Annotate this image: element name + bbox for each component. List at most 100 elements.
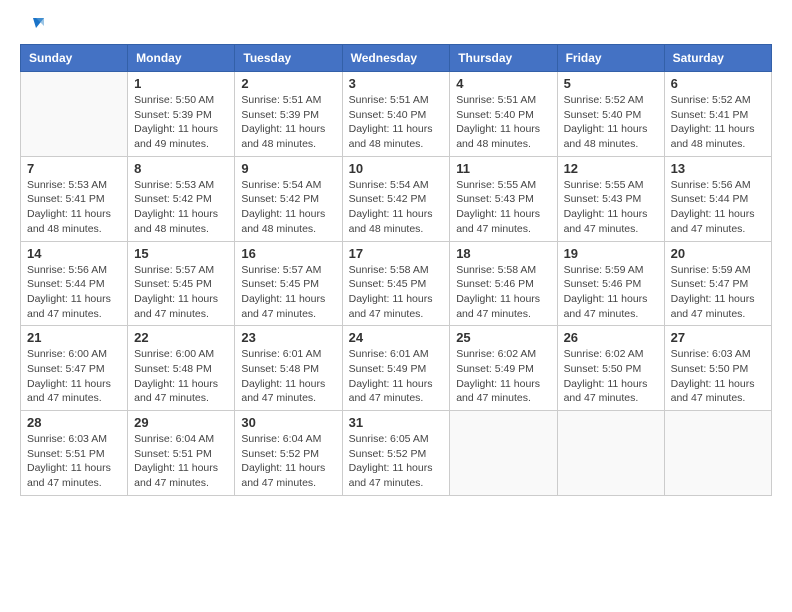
day-info: Sunrise: 6:00 AM Sunset: 5:47 PM Dayligh… xyxy=(27,347,121,406)
day-number: 13 xyxy=(671,161,765,176)
calendar-cell: 10Sunrise: 5:54 AM Sunset: 5:42 PM Dayli… xyxy=(342,156,450,241)
page-header xyxy=(20,16,772,34)
logo xyxy=(20,16,44,34)
day-info: Sunrise: 5:59 AM Sunset: 5:46 PM Dayligh… xyxy=(564,263,658,322)
calendar-header-friday: Friday xyxy=(557,45,664,72)
logo-bird-icon xyxy=(22,14,44,36)
calendar-cell xyxy=(21,72,128,157)
calendar-header-wednesday: Wednesday xyxy=(342,45,450,72)
calendar-cell: 3 Sunrise: 5:51 AM Sunset: 5:40 PM Daylig… xyxy=(342,72,450,157)
calendar-cell: 11 Sunrise: 5:55 AM Sunset: 5:43 PM Dayli… xyxy=(450,156,557,241)
calendar-header-thursday: Thursday xyxy=(450,45,557,72)
day-number: 6 xyxy=(671,76,765,91)
calendar-cell: 19 Sunrise: 5:59 AM Sunset: 5:46 PM Dayli… xyxy=(557,241,664,326)
calendar-cell: 9 Sunrise: 5:54 AM Sunset: 5:42 PM Daylig… xyxy=(235,156,342,241)
calendar-cell: 6 Sunrise: 5:52 AM Sunset: 5:41 PM Daylig… xyxy=(664,72,771,157)
day-number: 7 xyxy=(27,161,121,176)
calendar-cell: 24 Sunrise: 6:01 AM Sunset: 5:49 PM Dayli… xyxy=(342,326,450,411)
calendar-cell: 28 Sunrise: 6:03 AM Sunset: 5:51 PM Dayli… xyxy=(21,411,128,496)
day-number: 9 xyxy=(241,161,335,176)
calendar-cell: 21 Sunrise: 6:00 AM Sunset: 5:47 PM Dayli… xyxy=(21,326,128,411)
calendar-cell: 15 Sunrise: 5:57 AM Sunset: 5:45 PM Dayli… xyxy=(128,241,235,326)
day-number: 30 xyxy=(241,415,335,430)
day-info: Sunrise: 5:55 AM Sunset: 5:43 PM Dayligh… xyxy=(456,178,550,237)
day-info: Sunrise: 5:58 AM Sunset: 5:46 PM Dayligh… xyxy=(456,263,550,322)
day-number: 22 xyxy=(134,330,228,345)
calendar-cell: 27Sunrise: 6:03 AM Sunset: 5:50 PM Dayli… xyxy=(664,326,771,411)
calendar-cell: 5 Sunrise: 5:52 AM Sunset: 5:40 PM Daylig… xyxy=(557,72,664,157)
day-number: 1 xyxy=(134,76,228,91)
day-info: Sunrise: 6:01 AM Sunset: 5:48 PM Dayligh… xyxy=(241,347,335,406)
calendar-cell: 8Sunrise: 5:53 AM Sunset: 5:42 PM Daylig… xyxy=(128,156,235,241)
calendar-cell: 18 Sunrise: 5:58 AM Sunset: 5:46 PM Dayli… xyxy=(450,241,557,326)
calendar-cell: 20 Sunrise: 5:59 AM Sunset: 5:47 PM Dayli… xyxy=(664,241,771,326)
day-info: Sunrise: 6:05 AM Sunset: 5:52 PM Dayligh… xyxy=(349,432,444,491)
day-number: 20 xyxy=(671,246,765,261)
calendar-cell: 4Sunrise: 5:51 AM Sunset: 5:40 PM Daylig… xyxy=(450,72,557,157)
calendar-cell: 7 Sunrise: 5:53 AM Sunset: 5:41 PM Daylig… xyxy=(21,156,128,241)
day-number: 12 xyxy=(564,161,658,176)
day-number: 11 xyxy=(456,161,550,176)
calendar-cell: 13 Sunrise: 5:56 AM Sunset: 5:44 PM Dayli… xyxy=(664,156,771,241)
calendar-cell: 1 Sunrise: 5:50 AM Sunset: 5:39 PM Daylig… xyxy=(128,72,235,157)
calendar-week-row: 21 Sunrise: 6:00 AM Sunset: 5:47 PM Dayli… xyxy=(21,326,772,411)
calendar-cell xyxy=(557,411,664,496)
calendar-cell: 17Sunrise: 5:58 AM Sunset: 5:45 PM Dayli… xyxy=(342,241,450,326)
calendar-cell: 31 Sunrise: 6:05 AM Sunset: 5:52 PM Dayli… xyxy=(342,411,450,496)
calendar-cell: 23Sunrise: 6:01 AM Sunset: 5:48 PM Dayli… xyxy=(235,326,342,411)
day-info: Sunrise: 5:57 AM Sunset: 5:45 PM Dayligh… xyxy=(134,263,228,322)
day-number: 17 xyxy=(349,246,444,261)
calendar-cell: 29 Sunrise: 6:04 AM Sunset: 5:51 PM Dayli… xyxy=(128,411,235,496)
day-info: Sunrise: 6:04 AM Sunset: 5:52 PM Dayligh… xyxy=(241,432,335,491)
day-number: 3 xyxy=(349,76,444,91)
calendar-header-tuesday: Tuesday xyxy=(235,45,342,72)
calendar-header-monday: Monday xyxy=(128,45,235,72)
calendar-header-row: SundayMondayTuesdayWednesdayThursdayFrid… xyxy=(21,45,772,72)
calendar-cell: 30 Sunrise: 6:04 AM Sunset: 5:52 PM Dayli… xyxy=(235,411,342,496)
calendar-cell: 12Sunrise: 5:55 AM Sunset: 5:43 PM Dayli… xyxy=(557,156,664,241)
day-number: 21 xyxy=(27,330,121,345)
day-number: 4 xyxy=(456,76,550,91)
day-number: 31 xyxy=(349,415,444,430)
day-number: 5 xyxy=(564,76,658,91)
day-number: 28 xyxy=(27,415,121,430)
calendar-cell xyxy=(450,411,557,496)
day-number: 29 xyxy=(134,415,228,430)
day-info: Sunrise: 5:50 AM Sunset: 5:39 PM Dayligh… xyxy=(134,93,228,152)
day-info: Sunrise: 5:51 AM Sunset: 5:40 PM Dayligh… xyxy=(349,93,444,152)
day-info: Sunrise: 5:54 AM Sunset: 5:42 PM Dayligh… xyxy=(241,178,335,237)
day-info: Sunrise: 5:59 AM Sunset: 5:47 PM Dayligh… xyxy=(671,263,765,322)
day-number: 2 xyxy=(241,76,335,91)
day-info: Sunrise: 5:56 AM Sunset: 5:44 PM Dayligh… xyxy=(671,178,765,237)
calendar-cell: 2Sunrise: 5:51 AM Sunset: 5:39 PM Daylig… xyxy=(235,72,342,157)
calendar-cell: 14 Sunrise: 5:56 AM Sunset: 5:44 PM Dayli… xyxy=(21,241,128,326)
day-info: Sunrise: 5:52 AM Sunset: 5:40 PM Dayligh… xyxy=(564,93,658,152)
calendar-table: SundayMondayTuesdayWednesdayThursdayFrid… xyxy=(20,44,772,496)
calendar-week-row: 14 Sunrise: 5:56 AM Sunset: 5:44 PM Dayli… xyxy=(21,241,772,326)
day-number: 19 xyxy=(564,246,658,261)
day-number: 16 xyxy=(241,246,335,261)
day-number: 24 xyxy=(349,330,444,345)
day-info: Sunrise: 6:02 AM Sunset: 5:49 PM Dayligh… xyxy=(456,347,550,406)
day-number: 15 xyxy=(134,246,228,261)
calendar-cell xyxy=(664,411,771,496)
day-info: Sunrise: 6:01 AM Sunset: 5:49 PM Dayligh… xyxy=(349,347,444,406)
day-number: 14 xyxy=(27,246,121,261)
calendar-header-saturday: Saturday xyxy=(664,45,771,72)
day-info: Sunrise: 6:00 AM Sunset: 5:48 PM Dayligh… xyxy=(134,347,228,406)
day-info: Sunrise: 6:03 AM Sunset: 5:51 PM Dayligh… xyxy=(27,432,121,491)
calendar-cell: 16Sunrise: 5:57 AM Sunset: 5:45 PM Dayli… xyxy=(235,241,342,326)
calendar-week-row: 28 Sunrise: 6:03 AM Sunset: 5:51 PM Dayli… xyxy=(21,411,772,496)
day-number: 10 xyxy=(349,161,444,176)
day-number: 18 xyxy=(456,246,550,261)
day-number: 25 xyxy=(456,330,550,345)
day-info: Sunrise: 5:53 AM Sunset: 5:41 PM Dayligh… xyxy=(27,178,121,237)
day-info: Sunrise: 6:02 AM Sunset: 5:50 PM Dayligh… xyxy=(564,347,658,406)
day-info: Sunrise: 5:53 AM Sunset: 5:42 PM Dayligh… xyxy=(134,178,228,237)
day-info: Sunrise: 5:56 AM Sunset: 5:44 PM Dayligh… xyxy=(27,263,121,322)
calendar-cell: 25 Sunrise: 6:02 AM Sunset: 5:49 PM Dayli… xyxy=(450,326,557,411)
day-info: Sunrise: 6:04 AM Sunset: 5:51 PM Dayligh… xyxy=(134,432,228,491)
calendar-cell: 26Sunrise: 6:02 AM Sunset: 5:50 PM Dayli… xyxy=(557,326,664,411)
day-number: 27 xyxy=(671,330,765,345)
day-info: Sunrise: 5:52 AM Sunset: 5:41 PM Dayligh… xyxy=(671,93,765,152)
